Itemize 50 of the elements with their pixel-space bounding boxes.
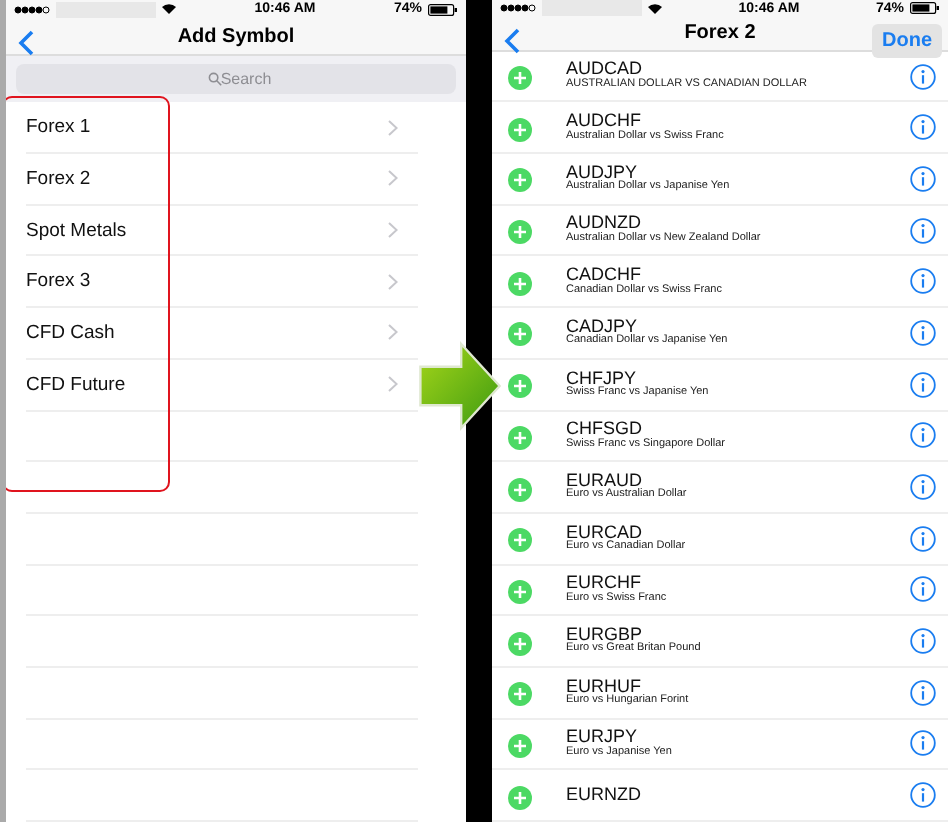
chevron-icon [388,222,398,239]
info-icon[interactable] [910,628,936,655]
info-icon[interactable] [910,679,936,706]
info-icon[interactable] [910,474,936,501]
group-item[interactable]: Spot Metals [26,205,418,257]
info-icon[interactable] [910,63,936,90]
symbol-code: EURCHF [566,574,641,593]
wifi-icon [162,4,176,15]
battery-icon [428,3,458,16]
group-item[interactable]: CFD Cash [26,308,418,360]
wifi-icon [648,3,662,14]
group-item[interactable]: Forex 3 [26,256,418,309]
signal-icon [500,4,536,13]
info-icon[interactable] [910,730,936,757]
info-icon[interactable] [910,576,936,603]
symbol-code: AUDCHF [566,112,641,131]
chevron-icon [388,119,398,136]
symbol-code: EURGBP [566,625,643,644]
symbol-code: EURNZD [566,785,643,805]
info-icon[interactable] [910,319,936,346]
back-icon[interactable] [504,28,520,55]
group-item[interactable]: Forex 2 [26,154,418,206]
symbol-code: CHFJPY [566,369,639,388]
nav-title: Forex 2 [684,21,756,44]
info-icon[interactable] [910,114,936,141]
info-icon[interactable] [910,782,936,809]
symbol-code: AUDCAD [566,60,643,79]
symbol-code: CADCHF [566,266,641,285]
symbol-code: EURJPY [566,728,638,747]
chevron-icon [388,376,398,393]
search-icon [208,72,222,87]
search-field[interactable]: Search [16,64,456,95]
symbol-code: AUDNZD [566,214,641,233]
signal-icon [14,5,50,14]
info-icon[interactable] [910,525,936,552]
info-icon[interactable] [910,268,936,295]
info-icon[interactable] [910,217,936,244]
chevron-icon [388,170,398,187]
group-item[interactable]: CFD Future [26,359,418,411]
group-item[interactable]: Forex 1 [26,102,418,155]
back-icon[interactable] [18,30,34,57]
info-icon[interactable] [910,371,936,398]
chevron-icon [388,324,398,341]
symbol-code: CHFSGD [566,420,643,439]
nav-title: Add Symbol [177,25,295,48]
info-icon[interactable] [910,422,936,449]
battery-icon [910,2,940,15]
info-icon[interactable] [910,165,936,192]
arrow-icon [418,340,502,432]
chevron-icon [388,273,398,290]
